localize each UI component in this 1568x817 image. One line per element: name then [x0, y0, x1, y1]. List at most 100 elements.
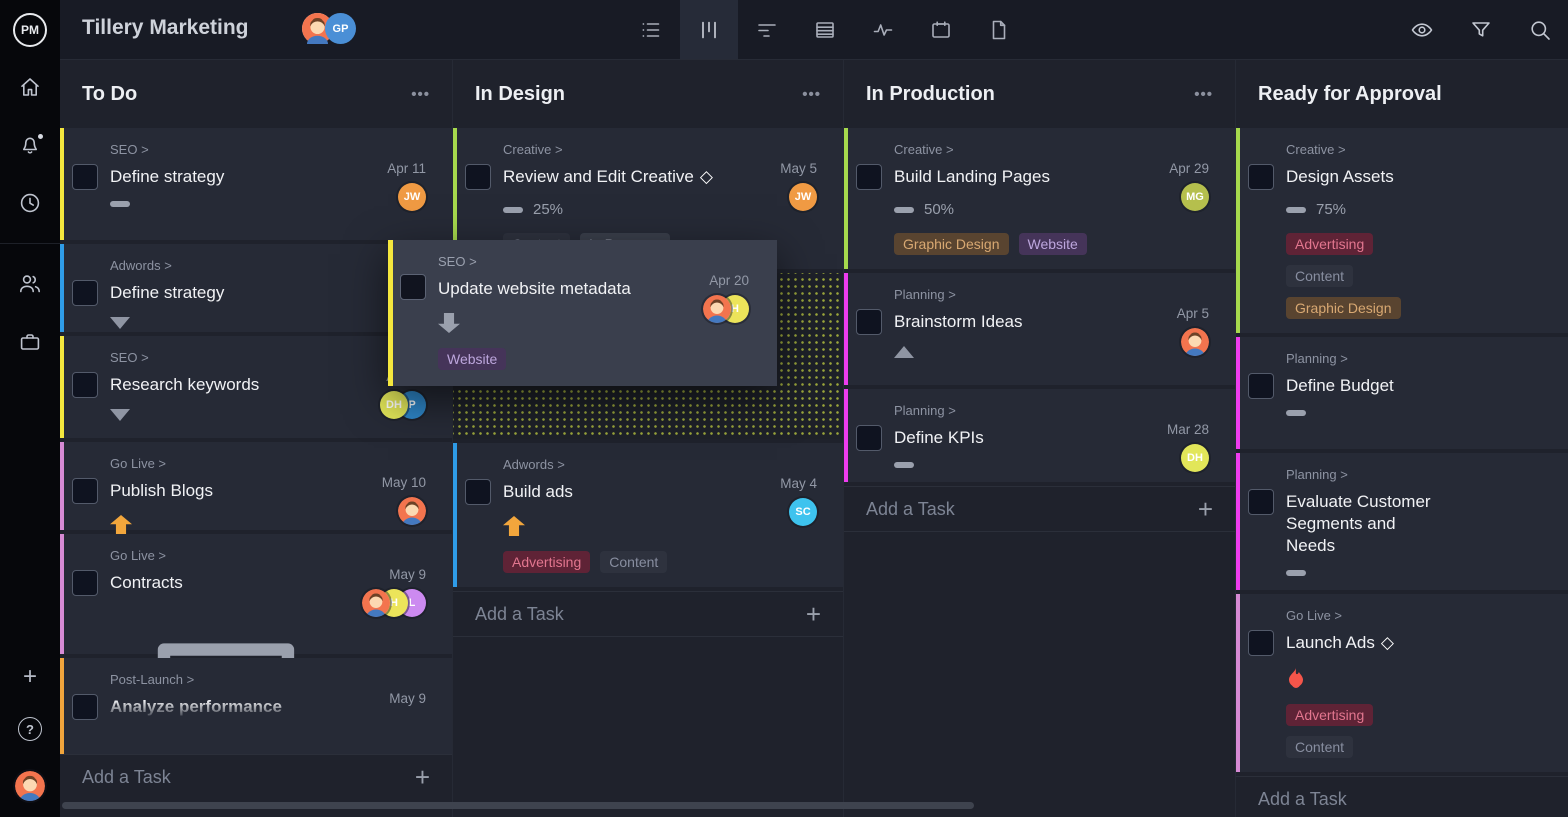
- task-card[interactable]: Planning > Define KPIs Mar 28 DH: [844, 389, 1235, 482]
- task-checkbox[interactable]: [856, 425, 882, 451]
- task-checkbox[interactable]: [400, 274, 426, 300]
- plus-icon: +: [415, 762, 430, 793]
- task-category[interactable]: SEO >: [110, 350, 332, 365]
- column-menu-icon[interactable]: •••: [411, 86, 430, 103]
- task-checkbox[interactable]: [72, 164, 98, 190]
- activity-view-icon[interactable]: [854, 0, 912, 59]
- task-checkbox[interactable]: [1248, 164, 1274, 190]
- task-category[interactable]: Planning >: [1286, 351, 1448, 366]
- due-date: Apr 11: [387, 161, 426, 176]
- task-card[interactable]: Go Live > Contracts 2 May 9: [60, 534, 452, 654]
- task-category[interactable]: Adwords >: [503, 457, 723, 472]
- task-card[interactable]: Go Live > Launch Ads◇ Advertising Conten…: [1236, 594, 1568, 772]
- task-title: Define strategy: [110, 166, 332, 188]
- gantt-view-icon[interactable]: [738, 0, 796, 59]
- task-title: Build ads: [503, 481, 723, 503]
- task-checkbox[interactable]: [72, 280, 98, 306]
- dragged-task-card[interactable]: SEO > Update website metadata Website Ap…: [388, 240, 777, 386]
- milestone-icon: ◇: [700, 167, 713, 186]
- portfolio-briefcase-icon[interactable]: [18, 330, 42, 354]
- recent-clock-icon[interactable]: [18, 191, 42, 215]
- notifications-bell-icon[interactable]: [18, 133, 42, 157]
- files-view-icon[interactable]: [970, 0, 1028, 59]
- help-icon[interactable]: ?: [18, 717, 42, 741]
- list-view-icon[interactable]: [622, 0, 680, 59]
- team-people-icon[interactable]: [18, 272, 42, 296]
- priority-medium-high-icon: [894, 346, 914, 358]
- task-category[interactable]: Go Live >: [110, 548, 332, 563]
- task-title: Evaluate Customer Segments and Needs: [1286, 491, 1448, 557]
- tag: Graphic Design: [1286, 297, 1401, 319]
- task-checkbox[interactable]: [1248, 489, 1274, 515]
- task-category[interactable]: Creative >: [894, 142, 1115, 157]
- task-category[interactable]: Post-Launch >: [110, 672, 332, 687]
- card-color-strip: [60, 658, 64, 758]
- task-checkbox[interactable]: [465, 479, 491, 505]
- task-category[interactable]: Adwords >: [110, 258, 332, 273]
- calendar-view-icon[interactable]: [912, 0, 970, 59]
- due-date: Apr 20: [709, 273, 749, 288]
- add-task-button[interactable]: Add a Task +: [844, 486, 1235, 532]
- task-card[interactable]: SEO > Define strategy Apr 11 JW: [60, 128, 452, 240]
- filter-funnel-icon[interactable]: [1469, 18, 1493, 42]
- task-card[interactable]: Planning > Evaluate Customer Segments an…: [1236, 453, 1568, 590]
- assignee-avatar: MG: [1181, 183, 1209, 211]
- visibility-eye-icon[interactable]: [1410, 18, 1434, 42]
- task-category[interactable]: Go Live >: [110, 456, 332, 471]
- card-color-strip: [60, 336, 64, 438]
- task-checkbox[interactable]: [465, 164, 491, 190]
- pm-logo[interactable]: PM: [13, 13, 47, 47]
- due-date: Apr 5: [1177, 306, 1209, 321]
- task-category[interactable]: Go Live >: [1286, 608, 1448, 623]
- user-avatar[interactable]: [15, 771, 45, 801]
- card-color-strip: [844, 389, 848, 482]
- task-card[interactable]: Planning > Brainstorm Ideas Apr 5: [844, 273, 1235, 385]
- assignee-avatar: JW: [789, 183, 817, 211]
- sheet-view-icon[interactable]: [796, 0, 854, 59]
- task-card[interactable]: Adwords > Build ads Advertising Content …: [453, 443, 843, 587]
- search-icon[interactable]: [1528, 18, 1552, 42]
- task-checkbox[interactable]: [1248, 630, 1274, 656]
- task-title: Brainstorm Ideas: [894, 311, 1115, 333]
- card-color-strip: [60, 442, 64, 530]
- add-task-button[interactable]: Add a Task: [1236, 776, 1568, 817]
- task-card[interactable]: Creative > Build Landing Pages 50% Graph…: [844, 128, 1235, 269]
- card-color-strip: [453, 443, 457, 587]
- horizontal-scrollbar[interactable]: [62, 802, 974, 809]
- task-category[interactable]: Planning >: [894, 287, 1115, 302]
- sidebar-add-icon[interactable]: +: [23, 667, 37, 687]
- task-card[interactable]: Go Live > Publish Blogs Content Website …: [60, 442, 452, 530]
- task-checkbox[interactable]: [72, 570, 98, 596]
- task-checkbox[interactable]: [72, 478, 98, 504]
- task-title: Research keywords: [110, 374, 332, 396]
- task-card[interactable]: Post-Launch > Analyze performance May 9: [60, 658, 452, 758]
- priority-medium-icon: [110, 201, 130, 207]
- assignee-avatar: [398, 497, 426, 525]
- task-category[interactable]: Planning >: [894, 403, 1115, 418]
- task-title: Contracts: [110, 572, 332, 594]
- task-card[interactable]: Creative > Design Assets 75% Advertising…: [1236, 128, 1568, 333]
- home-icon[interactable]: [18, 75, 42, 99]
- task-checkbox[interactable]: [856, 164, 882, 190]
- task-checkbox[interactable]: [856, 309, 882, 335]
- kanban-view-icon[interactable]: [680, 0, 738, 59]
- task-category[interactable]: SEO >: [110, 142, 332, 157]
- project-members[interactable]: GP: [302, 13, 356, 44]
- task-checkbox[interactable]: [72, 372, 98, 398]
- task-checkbox[interactable]: [1248, 373, 1274, 399]
- column-menu-icon[interactable]: •••: [802, 86, 821, 103]
- member-avatar[interactable]: GP: [325, 13, 356, 44]
- task-category[interactable]: Creative >: [1286, 142, 1448, 157]
- task-category[interactable]: Planning >: [1286, 467, 1448, 482]
- task-category[interactable]: Creative >: [503, 142, 723, 157]
- project-title: Tillery Marketing: [82, 16, 249, 40]
- task-card[interactable]: Planning > Define Budget: [1236, 337, 1568, 449]
- priority-medium-icon: [894, 207, 914, 213]
- due-date: May 5: [780, 161, 817, 176]
- add-task-button[interactable]: Add a Task +: [60, 754, 452, 800]
- kanban-board: To Do ••• SEO > Define strategy Apr 11 J…: [60, 60, 1568, 817]
- card-color-strip: [1236, 128, 1240, 333]
- column-menu-icon[interactable]: •••: [1194, 86, 1213, 103]
- add-task-button[interactable]: Add a Task +: [453, 591, 843, 637]
- task-checkbox[interactable]: [72, 694, 98, 720]
